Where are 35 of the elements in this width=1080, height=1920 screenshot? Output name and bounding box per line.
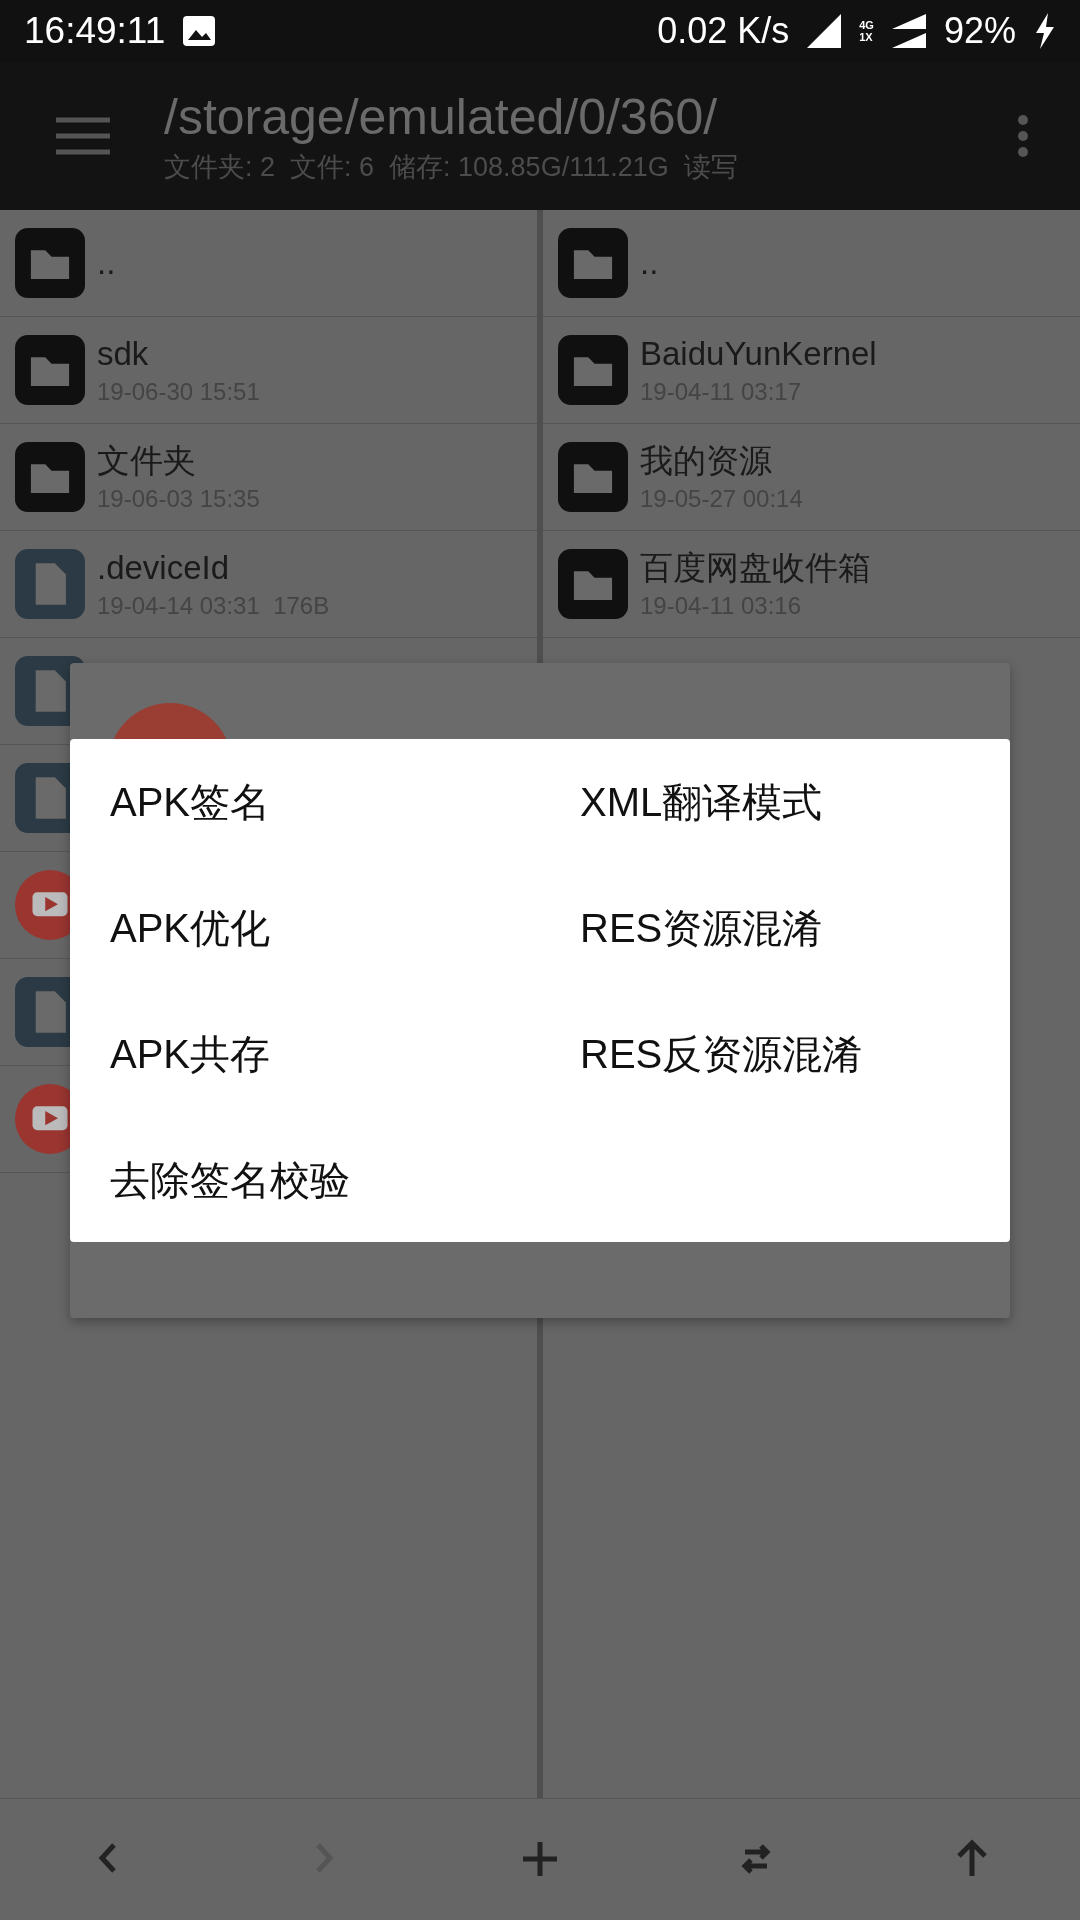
sim-label: 1X	[859, 31, 874, 43]
file-name[interactable]: 文件夹	[97, 441, 260, 481]
file-icon	[15, 549, 85, 619]
file-name[interactable]: 我的资源	[640, 441, 803, 481]
menu-item[interactable]: APK优化	[70, 865, 540, 991]
file-name[interactable]: 百度网盘收件箱	[640, 548, 871, 588]
menu-item[interactable]: APK签名	[70, 739, 540, 865]
folder-icon	[558, 442, 628, 512]
signal-icon	[807, 14, 842, 48]
folder-icon	[558, 335, 628, 405]
folder-icon	[15, 442, 85, 512]
file-name[interactable]: ..	[97, 243, 116, 283]
network-type: 4G	[859, 19, 874, 31]
charging-icon	[1034, 13, 1056, 49]
folder-icon	[15, 228, 85, 298]
battery-level: 92%	[943, 10, 1016, 52]
signal-icon	[891, 14, 926, 48]
folder-icon	[558, 228, 628, 298]
storage-info: 文件夹: 2 文件: 6 储存: 108.85G/111.21G 读写	[164, 151, 739, 184]
menu-item[interactable]: RES反资源混淆	[540, 991, 1010, 1117]
file-name[interactable]: sdk	[97, 334, 260, 374]
menu-item[interactable]: APK共存	[70, 991, 540, 1117]
file-name[interactable]: BaiduYunKernel	[640, 334, 877, 374]
folder-path: /storage/emulated/0/360/	[164, 88, 719, 147]
file-name[interactable]: .deviceId	[97, 548, 330, 588]
network-speed: 0.02 K/s	[657, 10, 790, 52]
menu-item[interactable]: RES资源混淆	[540, 865, 1010, 991]
folder-icon	[558, 549, 628, 619]
more-button[interactable]	[1016, 114, 1030, 158]
menu-item[interactable]: XML翻译模式	[540, 739, 1010, 865]
clock: 16:49:11	[24, 10, 166, 52]
file-name[interactable]: ..	[640, 243, 659, 283]
image-icon	[183, 16, 216, 46]
menu-item[interactable]: 去除签名校验	[70, 1117, 540, 1243]
folder-icon	[15, 335, 85, 405]
